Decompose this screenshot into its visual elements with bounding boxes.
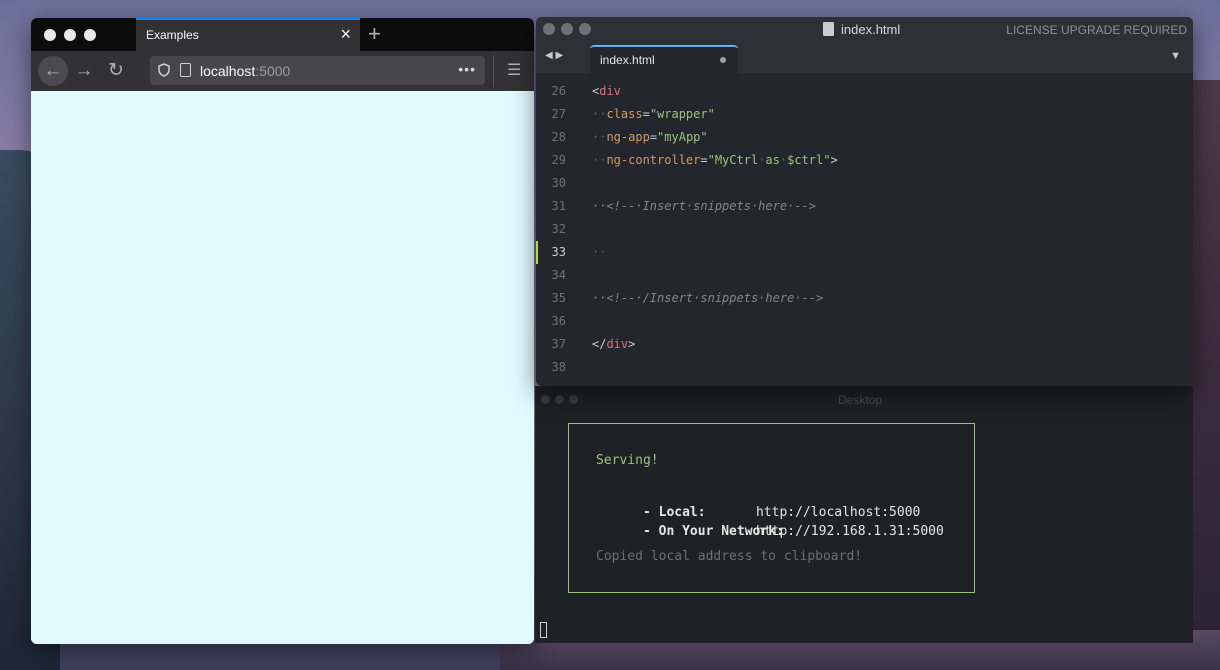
url-host: localhost bbox=[200, 63, 256, 79]
page-content bbox=[31, 91, 534, 644]
back-button[interactable]: ← bbox=[38, 56, 68, 86]
line-number: 38 bbox=[551, 360, 566, 374]
close-window-button[interactable] bbox=[541, 395, 550, 404]
url-bar[interactable]: localhost:5000 ••• bbox=[150, 56, 485, 85]
window-controls bbox=[44, 29, 96, 41]
minimize-window-button[interactable] bbox=[64, 29, 76, 41]
code-line-active: 33 ·· bbox=[536, 241, 1193, 264]
close-tab-icon[interactable]: × bbox=[340, 25, 351, 43]
line-number: 33 bbox=[551, 245, 566, 259]
window-controls bbox=[543, 23, 591, 35]
code-line: 28 ··ng-app="myApp" bbox=[536, 126, 1193, 149]
code-text: <div bbox=[592, 84, 621, 98]
browser-toolbar: ← → ↻ localhost:5000 ••• ☰ bbox=[31, 51, 534, 91]
code-line: 34 bbox=[536, 264, 1193, 287]
line-number: 27 bbox=[551, 107, 566, 121]
tab-menu-icon[interactable]: ▼ bbox=[1170, 50, 1181, 62]
close-window-button[interactable] bbox=[543, 23, 555, 35]
code-text: ··class="wrapper" bbox=[592, 107, 715, 121]
terminal-title: Desktop bbox=[838, 393, 883, 407]
code-area[interactable]: 26 <div 27 ··class="wrapper" 28 ··ng-app… bbox=[536, 73, 1193, 386]
menu-icon[interactable]: ☰ bbox=[507, 60, 521, 80]
editor-title-bar: index.html LICENSE UPGRADE REQUIRED bbox=[536, 17, 1193, 43]
file-icon bbox=[823, 22, 834, 36]
unsaved-dot-icon[interactable] bbox=[720, 57, 726, 63]
code-line: 32 bbox=[536, 218, 1193, 241]
code-line: 27 ··class="wrapper" bbox=[536, 103, 1193, 126]
code-line: 30 bbox=[536, 172, 1193, 195]
code-text: ··<!--·Insert·snippets·here·--> bbox=[592, 199, 816, 213]
code-line: 31 ··<!--·Insert·snippets·here·--> bbox=[536, 195, 1193, 218]
line-number: 32 bbox=[551, 222, 566, 236]
tab-title: Examples bbox=[146, 28, 199, 42]
line-number: 28 bbox=[551, 130, 566, 144]
zoom-window-button[interactable] bbox=[579, 23, 591, 35]
browser-window: Examples × + ← → ↻ localhost:5000 ••• ☰ bbox=[31, 18, 534, 644]
serve-output-box: Serving! - Local: http://localhost:5000 -… bbox=[568, 423, 975, 593]
code-text: ··<!--·/Insert·snippets·here·--> bbox=[592, 291, 824, 305]
terminal-title-bar: Desktop bbox=[535, 392, 1193, 408]
line-number: 37 bbox=[551, 337, 566, 351]
network-address-row: - On Your Network: http://192.168.1.31:50… bbox=[596, 509, 944, 554]
code-text: ··ng-app="myApp" bbox=[592, 130, 708, 144]
editor-window: index.html LICENSE UPGRADE REQUIRED ◀ ▶ … bbox=[536, 17, 1193, 386]
zoom-window-button[interactable] bbox=[569, 395, 578, 404]
page-actions-icon[interactable]: ••• bbox=[458, 61, 476, 77]
browser-tab-bar: Examples × + bbox=[31, 18, 534, 51]
terminal-window[interactable]: Desktop Serving! - Local: http://localhos… bbox=[535, 386, 1193, 643]
shield-icon[interactable] bbox=[158, 63, 170, 77]
minimize-window-button[interactable] bbox=[561, 23, 573, 35]
code-line: 26 <div bbox=[536, 80, 1193, 103]
toolbar-divider bbox=[493, 55, 494, 87]
url-port: :5000 bbox=[255, 63, 291, 79]
line-number: 36 bbox=[551, 314, 566, 328]
tab-examples[interactable]: Examples × bbox=[136, 18, 360, 51]
code-line: 36 bbox=[536, 310, 1193, 333]
editor-title: index.html bbox=[841, 22, 901, 37]
tab-index-html[interactable]: index.html bbox=[590, 45, 738, 73]
code-line: 29 ··ng-controller="MyCtrl·as·$ctrl"> bbox=[536, 149, 1193, 172]
tab-nav-arrows-icon[interactable]: ◀ ▶ bbox=[545, 50, 563, 61]
close-window-button[interactable] bbox=[44, 29, 56, 41]
editor-tab-bar: ◀ ▶ index.html ▼ bbox=[536, 43, 1193, 73]
code-line: 38 bbox=[536, 356, 1193, 379]
serving-status: Serving! bbox=[596, 453, 659, 468]
zoom-window-button[interactable] bbox=[84, 29, 96, 41]
line-number: 29 bbox=[551, 153, 566, 167]
reload-button[interactable]: ↻ bbox=[103, 58, 129, 84]
code-text: ·· bbox=[592, 245, 607, 259]
line-number: 30 bbox=[551, 176, 566, 190]
minimize-window-button[interactable] bbox=[555, 395, 564, 404]
code-line: 35 ··<!--·/Insert·snippets·here·--> bbox=[536, 287, 1193, 310]
code-text: ··ng-controller="MyCtrl·as·$ctrl"> bbox=[592, 153, 838, 167]
code-text: </div> bbox=[592, 337, 636, 351]
forward-button[interactable]: → bbox=[71, 58, 97, 84]
window-controls bbox=[541, 395, 578, 404]
license-notice[interactable]: LICENSE UPGRADE REQUIRED bbox=[1006, 23, 1187, 37]
new-tab-icon[interactable]: + bbox=[368, 23, 381, 45]
line-number: 31 bbox=[551, 199, 566, 213]
network-url[interactable]: http://192.168.1.31:5000 bbox=[756, 524, 944, 539]
clipboard-notice: Copied local address to clipboard! bbox=[596, 549, 863, 564]
page-icon bbox=[180, 63, 191, 77]
terminal-cursor bbox=[540, 622, 547, 638]
tab-title: index.html bbox=[600, 53, 655, 67]
code-line: 37 </div> bbox=[536, 333, 1193, 356]
line-number: 26 bbox=[551, 84, 566, 98]
line-number: 35 bbox=[551, 291, 566, 305]
line-number: 34 bbox=[551, 268, 566, 282]
url-text[interactable]: localhost:5000 bbox=[200, 63, 290, 79]
